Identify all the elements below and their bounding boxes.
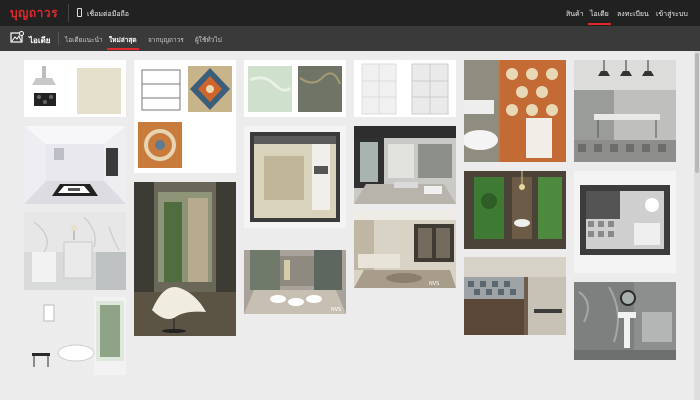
subnav-divider bbox=[58, 32, 59, 45]
idea-card[interactable] bbox=[134, 182, 236, 336]
idea-card[interactable] bbox=[24, 60, 126, 117]
scrollbar-thumb[interactable] bbox=[695, 53, 699, 173]
idea-image-white-marble bbox=[354, 60, 456, 117]
idea-image-courtyard bbox=[134, 182, 236, 336]
ideas-subnav-bar: ไอเดีย ไอเดียแนะนำ ใหม่ล่าสุด จากบุญถาวร… bbox=[0, 26, 700, 51]
idea-image-ottoman-room: NVS bbox=[244, 236, 346, 314]
idea-card[interactable] bbox=[354, 60, 456, 117]
idea-image-bathroom-topview bbox=[574, 171, 676, 273]
idea-card[interactable] bbox=[464, 257, 566, 335]
ideas-image-icon bbox=[10, 31, 24, 43]
idea-image-dining-living bbox=[354, 126, 456, 204]
idea-card[interactable] bbox=[464, 171, 566, 249]
idea-image-room-topview bbox=[244, 126, 346, 228]
idea-card[interactable] bbox=[574, 60, 676, 162]
nav-products[interactable]: สินค้า bbox=[566, 9, 584, 20]
page-scrollbar[interactable] bbox=[694, 51, 700, 400]
tab-from-boonthavorn[interactable]: จากบุญถาวร bbox=[148, 35, 184, 45]
idea-image-living-room bbox=[24, 126, 126, 204]
idea-card[interactable]: NVS bbox=[244, 236, 346, 314]
idea-card[interactable] bbox=[244, 60, 346, 117]
idea-card[interactable] bbox=[574, 282, 676, 360]
idea-image-patterned-bathroom bbox=[464, 60, 566, 162]
idea-image-kitchen-backsplash bbox=[464, 257, 566, 335]
top-bar: บุญถาวร เชื่อมต่อมือถือ สินค้า ไอเดีย ลง… bbox=[0, 0, 700, 26]
ideas-title: ไอเดีย bbox=[29, 36, 51, 45]
brand-logo[interactable]: บุญถาวร bbox=[10, 4, 58, 23]
watermark: NVS bbox=[429, 281, 439, 287]
nav-register[interactable]: ลงทะเบียน bbox=[617, 9, 649, 20]
idea-card[interactable] bbox=[244, 126, 346, 228]
idea-card[interactable] bbox=[134, 60, 236, 173]
idea-card[interactable] bbox=[24, 126, 126, 204]
mobile-phone-icon bbox=[77, 8, 82, 17]
idea-image-marble-tiles bbox=[244, 60, 346, 117]
idea-image-pendant-dining bbox=[574, 60, 676, 162]
idea-image-round-mirror-bathroom bbox=[574, 282, 676, 360]
header-divider bbox=[68, 4, 69, 22]
idea-card[interactable] bbox=[24, 212, 126, 290]
idea-image-marble-bathroom bbox=[24, 212, 126, 290]
idea-image-shelving-tiles bbox=[134, 60, 236, 173]
idea-card[interactable] bbox=[24, 297, 126, 375]
nav-ideas[interactable]: ไอเดีย bbox=[588, 9, 611, 25]
idea-image-hood-hob bbox=[24, 60, 126, 117]
watermark: NVS bbox=[331, 307, 341, 313]
connect-mobile-link[interactable]: เชื่อมต่อมือถือ bbox=[87, 9, 129, 20]
idea-card[interactable] bbox=[354, 126, 456, 204]
idea-card[interactable]: NVS bbox=[354, 210, 456, 288]
tab-recommended[interactable]: ไอเดียแนะนำ bbox=[65, 35, 103, 45]
idea-card[interactable] bbox=[574, 171, 676, 273]
tab-general-users[interactable]: ผู้ใช้ทั่วไป bbox=[195, 35, 222, 45]
idea-image-green-bathroom bbox=[464, 171, 566, 249]
idea-image-white-bathroom bbox=[24, 297, 126, 375]
tab-newest[interactable]: ใหม่ล่าสุด bbox=[107, 35, 139, 50]
idea-card[interactable] bbox=[464, 60, 566, 162]
nav-login[interactable]: เข้าสู่ระบบ bbox=[656, 9, 688, 20]
idea-image-long-sofa: NVS bbox=[354, 210, 456, 288]
